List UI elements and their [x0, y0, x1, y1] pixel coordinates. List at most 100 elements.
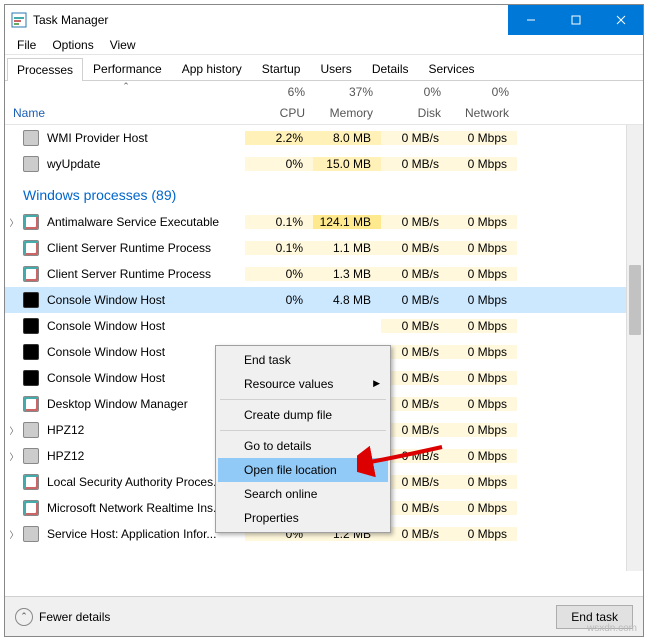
process-icon	[23, 292, 39, 308]
process-row[interactable]: 〉 Antimalware Service Executable0.1%124.1…	[5, 209, 643, 235]
window-title: Task Manager	[33, 13, 108, 27]
menu-file[interactable]: File	[9, 36, 44, 54]
maximize-button[interactable]	[553, 5, 598, 35]
process-name: WMI Provider Host	[45, 131, 245, 145]
cell-network: 0 Mbps	[449, 527, 517, 541]
tab-processes[interactable]: Processes	[7, 58, 83, 81]
task-manager-window: Task Manager FileOptionsView ProcessesPe…	[4, 4, 644, 637]
tab-details[interactable]: Details	[362, 57, 419, 80]
process-icon	[23, 344, 39, 360]
submenu-arrow-icon: ▶	[373, 378, 380, 389]
tab-performance[interactable]: Performance	[83, 57, 172, 80]
process-icon	[23, 474, 39, 490]
menu-options[interactable]: Options	[44, 36, 101, 54]
tabstrip: ProcessesPerformanceApp historyStartupUs…	[5, 55, 643, 81]
cell-network: 0 Mbps	[449, 423, 517, 437]
context-resource-values[interactable]: Resource values▶	[218, 372, 388, 396]
cell-cpu: 2.2%	[245, 131, 313, 145]
cell-disk: 0 MB/s	[381, 241, 449, 255]
process-icon	[23, 370, 39, 386]
process-row[interactable]: Client Server Runtime Process0.1%1.1 MB0…	[5, 235, 643, 261]
header-memory[interactable]: 37%Memory	[315, 81, 383, 124]
cell-memory: 1.1 MB	[313, 241, 381, 255]
cell-network: 0 Mbps	[449, 345, 517, 359]
scrollbar-thumb[interactable]	[629, 265, 641, 335]
header-name[interactable]: ⌃ Name	[5, 81, 247, 124]
cell-memory: 8.0 MB	[313, 131, 381, 145]
process-row[interactable]: Client Server Runtime Process0%1.3 MB0 M…	[5, 261, 643, 287]
context-open-file-location[interactable]: Open file location	[218, 458, 388, 482]
cell-network: 0 Mbps	[449, 371, 517, 385]
titlebar[interactable]: Task Manager	[5, 5, 643, 35]
process-icon	[23, 422, 39, 438]
process-row[interactable]: WMI Provider Host2.2%8.0 MB0 MB/s0 Mbps	[5, 125, 643, 151]
process-name: Console Window Host	[45, 293, 245, 307]
process-icon	[23, 156, 39, 172]
expand-icon[interactable]: 〉	[5, 528, 23, 541]
cell-cpu: 0%	[245, 157, 313, 171]
process-icon	[23, 448, 39, 464]
header-network[interactable]: 0%Network	[451, 81, 519, 124]
cell-memory: 124.1 MB	[313, 215, 381, 229]
process-icon	[23, 526, 39, 542]
process-icon	[23, 396, 39, 412]
cell-memory: 15.0 MB	[313, 157, 381, 171]
cell-memory: 4.8 MB	[313, 293, 381, 307]
process-name: Antimalware Service Executable	[45, 215, 245, 229]
cell-network: 0 Mbps	[449, 241, 517, 255]
context-create-dump-file[interactable]: Create dump file	[218, 403, 388, 427]
cell-network: 0 Mbps	[449, 131, 517, 145]
cell-cpu: 0%	[245, 293, 313, 307]
process-name: Client Server Runtime Process	[45, 267, 245, 281]
cell-disk: 0 MB/s	[381, 527, 449, 541]
cell-disk: 0 MB/s	[381, 371, 449, 385]
expand-icon[interactable]: 〉	[5, 450, 23, 463]
context-separator	[220, 399, 386, 400]
minimize-button[interactable]	[508, 5, 553, 35]
process-name: Console Window Host	[45, 319, 245, 333]
cell-network: 0 Mbps	[449, 157, 517, 171]
process-row[interactable]: Console Window Host0%4.8 MB0 MB/s0 Mbps	[5, 287, 643, 313]
process-row[interactable]: Console Window Host0 MB/s0 Mbps	[5, 313, 643, 339]
expand-icon[interactable]: 〉	[5, 216, 23, 229]
cell-disk: 0 MB/s	[381, 449, 449, 463]
cell-disk: 0 MB/s	[381, 293, 449, 307]
cell-disk: 0 MB/s	[381, 345, 449, 359]
process-name: Client Server Runtime Process	[45, 241, 245, 255]
cell-cpu: 0.1%	[245, 215, 313, 229]
cell-disk: 0 MB/s	[381, 397, 449, 411]
cell-disk: 0 MB/s	[381, 501, 449, 515]
cell-disk: 0 MB/s	[381, 423, 449, 437]
tab-users[interactable]: Users	[310, 57, 361, 80]
tab-services[interactable]: Services	[419, 57, 485, 80]
tab-startup[interactable]: Startup	[252, 57, 311, 80]
tab-app-history[interactable]: App history	[172, 57, 252, 80]
menu-view[interactable]: View	[102, 36, 144, 54]
process-row[interactable]: wyUpdate0%15.0 MB0 MB/s0 Mbps	[5, 151, 643, 177]
process-icon	[23, 266, 39, 282]
cell-cpu: 0.1%	[245, 241, 313, 255]
collapse-icon: ⌃	[15, 608, 33, 626]
fewer-details-button[interactable]: ⌃ Fewer details	[15, 608, 110, 626]
app-icon	[11, 12, 27, 28]
header-disk[interactable]: 0%Disk	[383, 81, 451, 124]
context-properties[interactable]: Properties	[218, 506, 388, 530]
header-cpu[interactable]: 6%CPU	[247, 81, 315, 124]
context-end-task[interactable]: End task	[218, 348, 388, 372]
expand-icon[interactable]: 〉	[5, 424, 23, 437]
process-icon	[23, 240, 39, 256]
context-search-online[interactable]: Search online	[218, 482, 388, 506]
process-icon	[23, 214, 39, 230]
column-headers[interactable]: ⌃ Name 6%CPU 37%Memory 0%Disk 0%Network	[5, 81, 643, 125]
context-go-to-details[interactable]: Go to details	[218, 434, 388, 458]
sort-indicator-icon: ⌃	[122, 81, 130, 92]
cell-disk: 0 MB/s	[381, 131, 449, 145]
process-name: wyUpdate	[45, 157, 245, 171]
cell-network: 0 Mbps	[449, 215, 517, 229]
cell-network: 0 Mbps	[449, 501, 517, 515]
cell-network: 0 Mbps	[449, 475, 517, 489]
context-separator	[220, 430, 386, 431]
vertical-scrollbar[interactable]	[626, 125, 643, 571]
close-button[interactable]	[598, 5, 643, 35]
cell-network: 0 Mbps	[449, 293, 517, 307]
